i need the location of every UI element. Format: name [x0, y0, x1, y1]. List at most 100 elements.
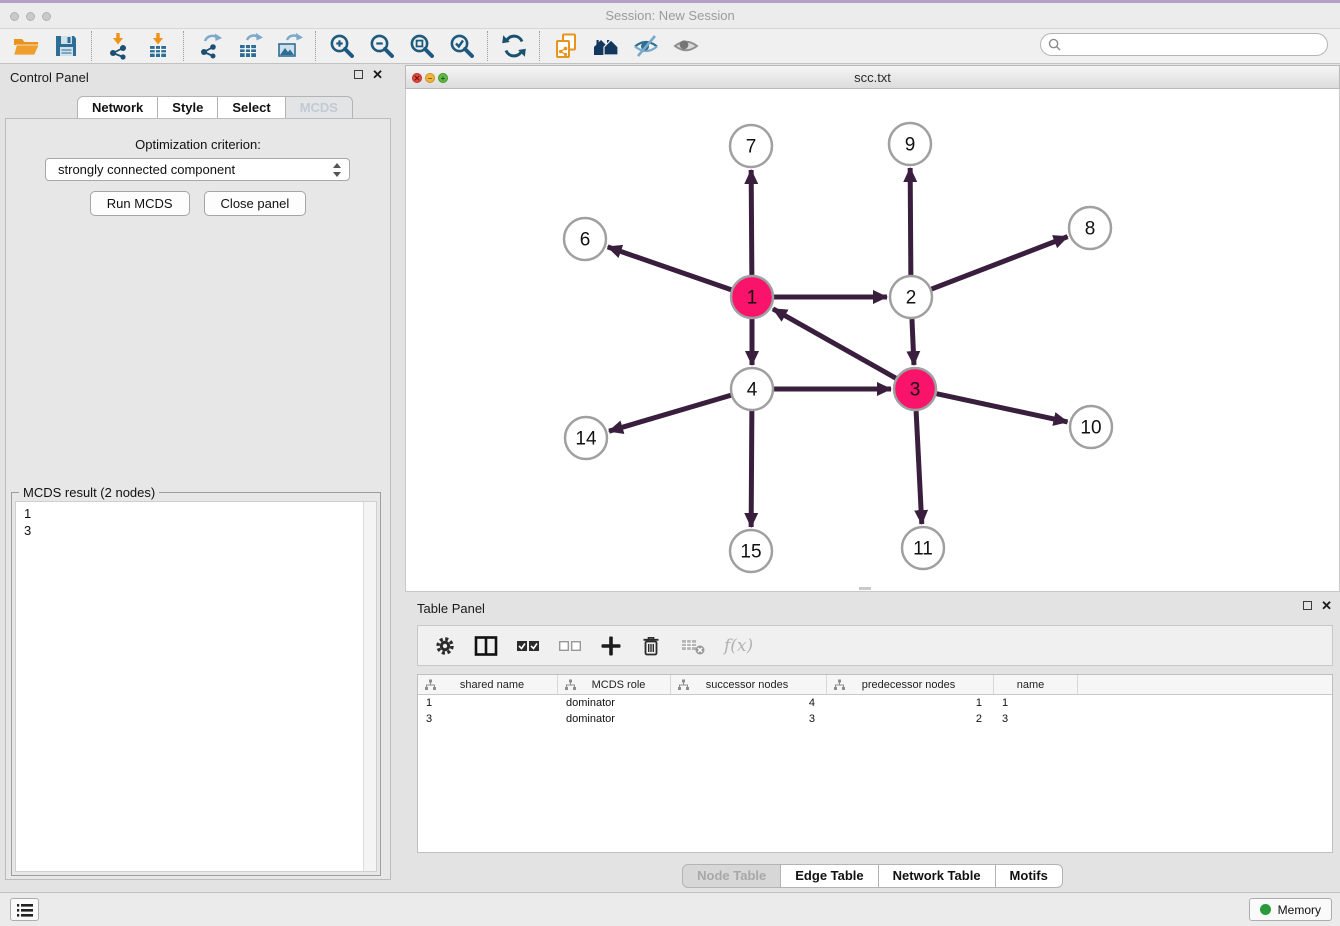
- refresh-button[interactable]: [494, 30, 534, 62]
- graph-edge-3-11[interactable]: [916, 411, 922, 524]
- zoom-in-button[interactable]: [322, 30, 362, 62]
- fit-content-icon: [408, 32, 436, 60]
- network-graph[interactable]: 1 2 3 4 6 7 8 9 10 11 14 15: [406, 89, 1339, 591]
- columns-icon[interactable]: [474, 635, 498, 657]
- node-table[interactable]: shared name MCDS role successor nodes pr…: [417, 674, 1333, 853]
- svg-text:7: 7: [746, 137, 757, 158]
- add-icon[interactable]: [600, 635, 622, 657]
- save-session-button[interactable]: [46, 30, 86, 62]
- toolbar-separator: [315, 31, 317, 61]
- graph-edge-3-1[interactable]: [773, 309, 896, 378]
- select-all-icon[interactable]: [516, 635, 540, 657]
- task-history-button[interactable]: [10, 898, 39, 921]
- show-hidden-button[interactable]: [666, 30, 706, 62]
- tab-mcds[interactable]: MCDS: [286, 96, 353, 120]
- graph-node-4[interactable]: 4: [731, 368, 773, 410]
- zoom-selected-button[interactable]: [442, 30, 482, 62]
- export-image-button[interactable]: [270, 30, 310, 62]
- fit-content-button[interactable]: [402, 30, 442, 62]
- graph-node-14[interactable]: 14: [565, 417, 607, 459]
- table-row[interactable]: 1 dominator 4 1 1: [418, 695, 1332, 711]
- column-header-predecessor-nodes[interactable]: predecessor nodes: [827, 675, 994, 694]
- close-panel-icon[interactable]: ✕: [372, 69, 383, 80]
- graph-edge-2-8[interactable]: [932, 237, 1068, 289]
- graph-node-1[interactable]: 1: [731, 276, 773, 318]
- export-network-button[interactable]: [190, 30, 230, 62]
- graph-node-3[interactable]: 3: [894, 368, 936, 410]
- close-panel-icon[interactable]: ✕: [1321, 600, 1332, 611]
- import-network-button[interactable]: [98, 30, 138, 62]
- graph-node-2[interactable]: 2: [890, 276, 932, 318]
- save-session-icon: [52, 32, 80, 60]
- svg-text:14: 14: [575, 429, 597, 450]
- table-toolbar: f(x): [417, 625, 1333, 666]
- graph-edge-2-9[interactable]: [910, 168, 911, 275]
- column-header-shared-name[interactable]: shared name: [418, 675, 558, 694]
- export-image-icon: [276, 32, 304, 60]
- column-header-successor-nodes[interactable]: successor nodes: [671, 675, 827, 694]
- graph-node-7[interactable]: 7: [730, 125, 772, 167]
- table-row[interactable]: 3 dominator 3 2 3: [418, 711, 1332, 727]
- graph-edge-4-15[interactable]: [751, 411, 752, 527]
- graph-edge-1-6[interactable]: [608, 247, 732, 290]
- mcds-result-list[interactable]: 1 3: [15, 501, 377, 872]
- table-panel-window-buttons: ✕: [1303, 600, 1332, 611]
- houses-button[interactable]: [586, 30, 626, 62]
- clone-network-button[interactable]: [546, 30, 586, 62]
- open-session-button[interactable]: [6, 30, 46, 62]
- import-table-button[interactable]: [138, 30, 178, 62]
- gear-icon[interactable]: [434, 635, 456, 657]
- status-bar: Memory: [0, 892, 1340, 926]
- delete-icon[interactable]: [640, 635, 662, 657]
- svg-text:11: 11: [913, 539, 933, 560]
- network-canvas[interactable]: 1 2 3 4 6 7 8 9 10 11 14 15: [405, 89, 1340, 592]
- svg-text:4: 4: [747, 380, 758, 401]
- memory-label: Memory: [1278, 903, 1321, 917]
- tab-network-table[interactable]: Network Table: [879, 864, 996, 888]
- clone-network-icon: [552, 32, 580, 60]
- run-mcds-button[interactable]: Run MCDS: [90, 191, 190, 216]
- network-window-title: scc.txt: [406, 70, 1339, 85]
- column-header-mcds-role[interactable]: MCDS role: [558, 675, 671, 694]
- tab-select[interactable]: Select: [218, 96, 285, 120]
- control-panel-tabs: Network Style Select MCDS: [77, 96, 353, 120]
- delete-column-icon[interactable]: [680, 635, 706, 657]
- main-toolbar: [0, 29, 1340, 64]
- result-line: 1: [16, 505, 376, 522]
- graph-node-9[interactable]: 9: [889, 123, 931, 165]
- column-header-name[interactable]: name: [994, 675, 1078, 694]
- search-input[interactable]: [1066, 37, 1327, 53]
- graph-node-8[interactable]: 8: [1069, 207, 1111, 249]
- tab-motifs[interactable]: Motifs: [996, 864, 1063, 888]
- graph-edge-2-3[interactable]: [912, 319, 914, 365]
- float-panel-icon[interactable]: [354, 70, 363, 79]
- graph-node-6[interactable]: 6: [564, 218, 606, 260]
- export-table-button[interactable]: [230, 30, 270, 62]
- graph-edge-1-7[interactable]: [751, 170, 752, 275]
- memory-button[interactable]: Memory: [1249, 898, 1332, 921]
- deselect-all-icon[interactable]: [558, 635, 582, 657]
- criterion-select[interactable]: strongly connected component: [45, 158, 350, 181]
- graph-node-15[interactable]: 15: [730, 530, 772, 572]
- canvas-scroll-nub[interactable]: [859, 587, 871, 590]
- search-field[interactable]: [1040, 33, 1328, 56]
- function-builder-button[interactable]: f(x): [724, 636, 753, 656]
- tab-edge-table[interactable]: Edge Table: [781, 864, 878, 888]
- eye-icon: [672, 32, 700, 60]
- tab-node-table[interactable]: Node Table: [682, 864, 781, 888]
- zoom-out-button[interactable]: [362, 30, 402, 62]
- svg-text:3: 3: [910, 380, 921, 401]
- graph-node-11[interactable]: 11: [902, 527, 944, 569]
- tab-network[interactable]: Network: [77, 96, 158, 120]
- float-panel-icon[interactable]: [1303, 601, 1312, 610]
- tab-style[interactable]: Style: [158, 96, 218, 120]
- close-panel-button[interactable]: Close panel: [204, 191, 307, 216]
- network-window-titlebar[interactable]: ✕ − + scc.txt: [405, 65, 1340, 89]
- network-view-window: ✕ − + scc.txt 1 2 3 4 6 7 8 9 10 11 14 15: [405, 65, 1340, 592]
- graph-edge-3-10[interactable]: [937, 394, 1068, 422]
- graph-edge-4-14[interactable]: [609, 395, 731, 431]
- control-panel-window-buttons: ✕: [354, 69, 383, 80]
- graph-node-10[interactable]: 10: [1070, 406, 1112, 448]
- hide-selected-button[interactable]: [626, 30, 666, 62]
- result-scrollbar[interactable]: [363, 502, 376, 871]
